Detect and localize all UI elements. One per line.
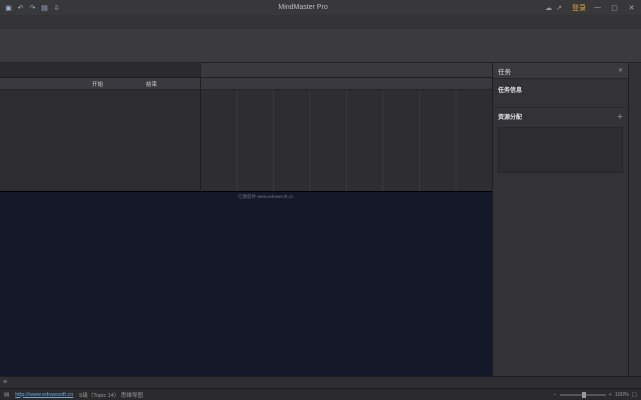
zoom-level: 100% [615, 392, 629, 398]
gantt-chart-body[interactable] [201, 90, 492, 191]
gantt-col-task [0, 78, 92, 89]
topic-hyperlink[interactable]: http://www.edrawsoft.cn [15, 392, 73, 398]
menu-bar [0, 15, 641, 29]
resource-section: 资源分配 ＋ [493, 107, 628, 125]
save-icon[interactable]: ▣ [4, 4, 13, 12]
gantt-day-header [201, 78, 492, 90]
task-panel: 任务 ✕ 任务信息 资源分配 ＋ [492, 63, 628, 376]
app-window: ▣↶↷▤⇩ MindMaster Pro ☁↗ 登录 — ▢ ✕ 开始 [0, 0, 641, 400]
palette-handle-icon[interactable]: ≡ [3, 379, 7, 386]
undo-icon[interactable]: ↶ [16, 4, 25, 12]
resource-list-box[interactable] [498, 127, 623, 173]
zoom-in-button[interactable]: + [609, 392, 612, 398]
share-icon[interactable]: ↗ [556, 5, 562, 12]
task-panel-header: 任务 ✕ [493, 63, 628, 79]
export-icon[interactable]: ⇩ [52, 4, 61, 12]
task-panel-title: 任务 [498, 66, 511, 76]
titlebar-icons: ☁↗ [545, 4, 566, 12]
main-area: 开始 结束 亿图软件 www.edrawsoft.cn [0, 63, 641, 376]
zoom-out-button[interactable]: − [553, 392, 556, 398]
gantt-date-scale [200, 63, 492, 77]
gantt-view: 开始 结束 [0, 77, 492, 191]
status-info: 5级（Topic 14） 思维导图 [79, 391, 143, 399]
login-button[interactable]: 登录 [572, 3, 586, 13]
titlebar-right: ☁↗ 登录 — ▢ ✕ [545, 3, 637, 13]
right-sidebar-strip [628, 63, 641, 376]
mindmap-branches [0, 192, 492, 376]
close-button[interactable]: ✕ [626, 4, 637, 12]
window-title: MindMaster Pro [61, 4, 545, 11]
panel-close-icon[interactable]: ✕ [618, 67, 623, 74]
quick-access-toolbar: ▣↶↷▤⇩ [4, 4, 61, 12]
cloud-icon[interactable]: ☁ [545, 5, 552, 12]
print-icon[interactable]: ▤ [40, 4, 49, 12]
task-info-section-title: 任务信息 [493, 79, 628, 97]
gantt-table: 开始 结束 [0, 78, 200, 191]
status-bar: ▤ http://www.edrawsoft.cn 5级（Topic 14） 思… [0, 388, 641, 400]
ribbon-toolbar [0, 29, 641, 63]
gantt-col-start: 开始 [92, 78, 146, 89]
add-resource-button[interactable]: ＋ [617, 112, 623, 121]
document-area: 开始 结束 亿图软件 www.edrawsoft.cn [0, 63, 492, 376]
fullscreen-icon[interactable]: ▢ [632, 392, 637, 398]
minimize-button[interactable]: — [592, 4, 603, 11]
gantt-timeline [200, 78, 492, 191]
redo-icon[interactable]: ↷ [28, 4, 37, 12]
document-tabs [0, 63, 200, 77]
maximize-button[interactable]: ▢ [609, 4, 620, 12]
gantt-table-header: 开始 结束 [0, 78, 200, 90]
titlebar: ▣↶↷▤⇩ MindMaster Pro ☁↗ 登录 — ▢ ✕ [0, 0, 641, 15]
page-icon: ▤ [4, 392, 9, 398]
resource-section-title: 资源分配 [498, 112, 522, 121]
zoom-slider[interactable] [560, 394, 606, 396]
document-tab-row [0, 63, 492, 77]
gantt-col-end: 结束 [146, 78, 200, 89]
zoom-slider-thumb[interactable] [582, 392, 586, 398]
zoom-controls: − + 100% ▢ [553, 392, 637, 398]
gantt-rows [0, 90, 200, 191]
color-palette-bar: ≡ [0, 376, 641, 388]
mindmap-canvas[interactable]: 亿图软件 www.edrawsoft.cn [0, 191, 492, 376]
